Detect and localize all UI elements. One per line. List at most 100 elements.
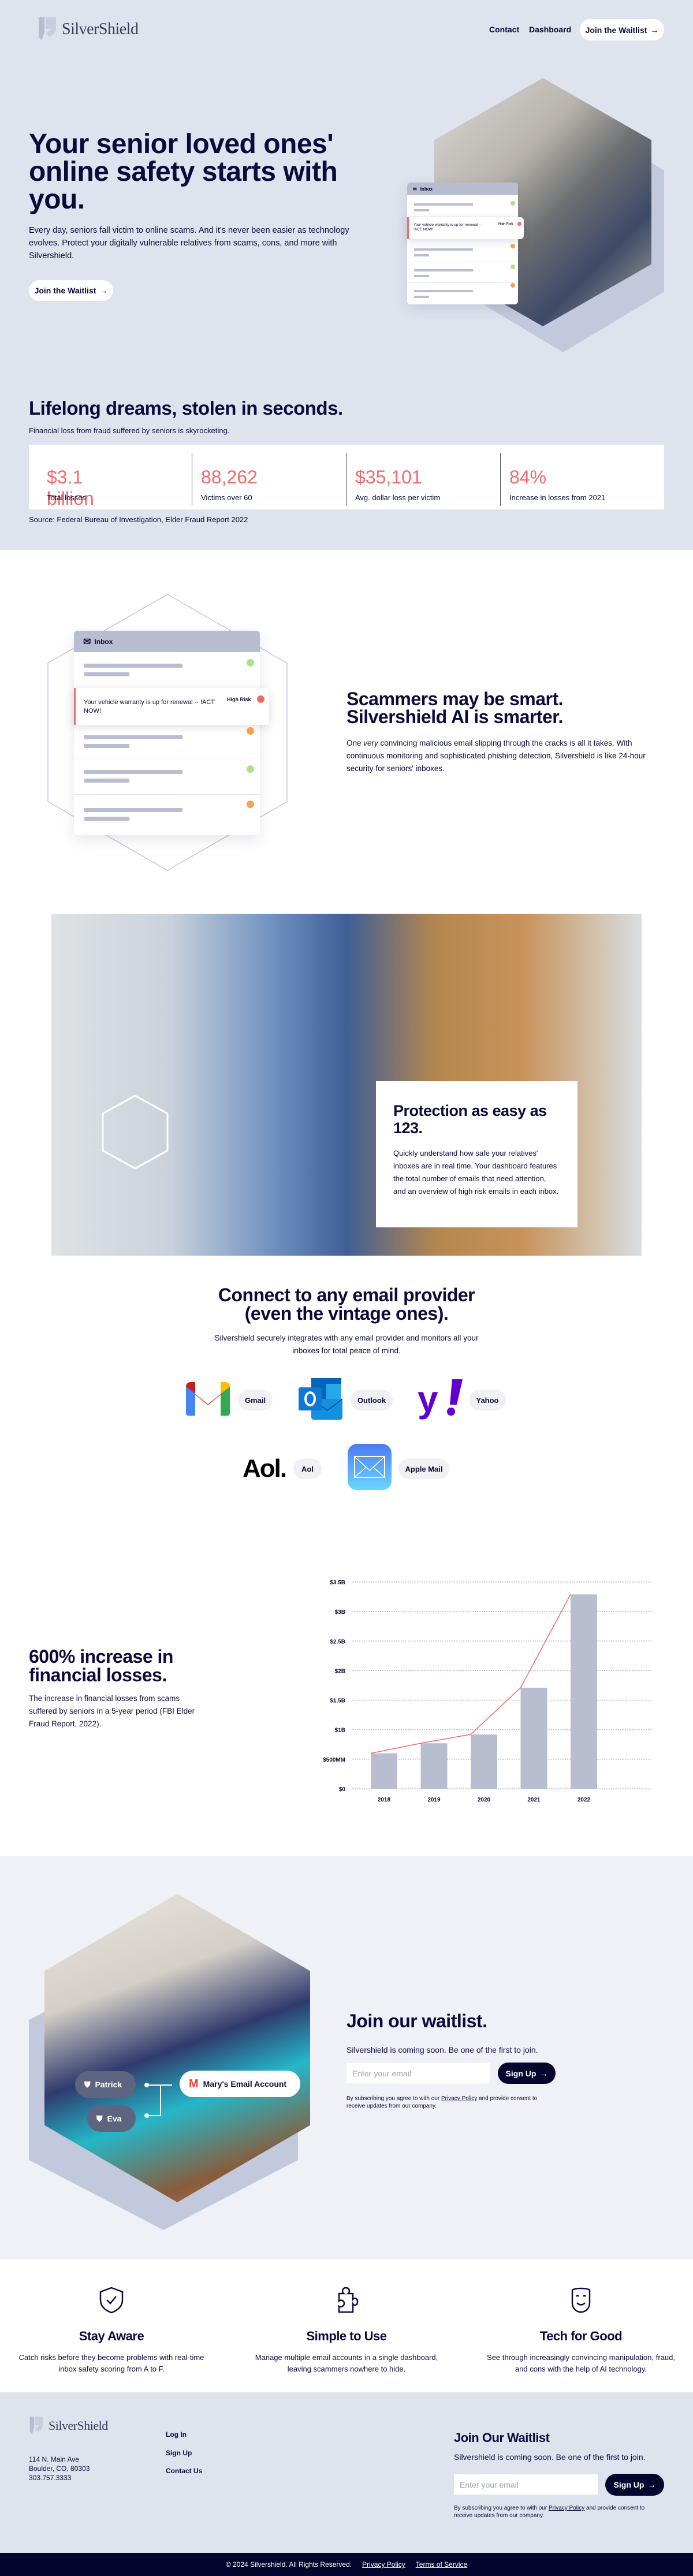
shield-check-icon [99,2287,124,2314]
privacy-policy-link[interactable]: Privacy Policy [441,2095,477,2102]
account-chip-eva[interactable]: ⛊ Eva [87,2105,136,2132]
losses-body: The increase in financial losses from sc… [29,1694,195,1728]
smile-face-icon [571,2287,591,2313]
envelope-icon: ✉ [413,186,417,192]
smart-risk-alert[interactable]: Your vehicle warranty is up for renewal … [74,688,269,725]
inbox-title: Inbox [94,637,113,646]
feature-stay-aware: Stay Aware Catch risks before they becom… [13,2287,210,2375]
account-chip-patrick[interactable]: ⛊ Patrick [75,2071,136,2098]
providers-body: Silvershield securely integrates with an… [214,1334,479,1355]
aol-logo-icon[interactable]: Aol. [243,1454,287,1483]
terms-of-service-link[interactable]: Terms of Service [416,2560,467,2568]
providers-title: Connect to any email provider (even the v… [218,1285,475,1324]
hero-body: Every day, seniors fall victim to online… [29,226,349,260]
features-section: Stay Aware Catch risks before they becom… [0,2259,693,2393]
logo-text: SilverShield [49,2418,108,2433]
hero-section: SilverShield Contact Dashboard Join the … [0,0,693,550]
stats-panel: $3.1 billion Total losses 88,262 Victims o… [29,445,664,509]
footer-sign-up[interactable]: Sign Up [166,2449,192,2457]
stats-subtitle: Financial loss from fraud suffered by se… [29,426,230,435]
x-tick-label: 2022 [578,1797,591,1803]
envelope-icon: ✉ [83,636,91,647]
y-tick-label: $1.5B [330,1698,345,1704]
hero-title: Your senior loved ones' online safety st… [29,129,338,215]
footer-contact-us[interactable]: Contact Us [166,2467,202,2475]
inbox-header: ✉ Inbox [407,183,518,195]
provider-outlook[interactable]: Outlook [351,1390,393,1410]
arrow-right-icon: → [647,2480,656,2489]
provider-apple-mail[interactable]: Apple Mail [398,1458,449,1479]
hero-inbox-card: ✉ Inbox Your vehicle warranty is up for r… [407,183,524,304]
nav-join-waitlist-button[interactable]: Join the Waitlist → [580,19,664,40]
easy-body: Quickly understand how safe your relativ… [393,1149,559,1196]
losses-title: 600% increase in financial losses. [29,1646,173,1685]
feature-simple-to-use: Simple to Use Manage multiple email acco… [248,2287,445,2375]
footer-sign-up-button[interactable]: Sign Up → [605,2474,664,2496]
privacy-policy-link[interactable]: Privacy Policy [362,2560,405,2568]
email-account-chip[interactable]: M Mary's Email Account [180,2071,300,2097]
bar-2019 [420,1743,448,1789]
bottom-bar: © 2024 Silvershield. All Rights Reserved… [0,2553,693,2576]
y-tick-label: $2B [335,1668,345,1674]
waitlist-sign-up-button[interactable]: Sign Up → [498,2063,556,2084]
footer-fine-print: By subscribing you agree to with our Pri… [454,2505,645,2519]
footer: SilverShield 114 N. Main Ave Boulder, CO,… [0,2392,693,2553]
losses-bar-chart: $0 $500MM $1B $1.5B $2B $2.5B $3B $3.5B 2018 2019… [323,1580,651,1803]
feature-tech-for-good: Tech for Good See through increasingly c… [483,2287,679,2375]
logo[interactable]: SilverShield [38,17,139,42]
x-tick-label: 2018 [378,1797,391,1803]
connector-lines [144,2083,172,2118]
smart-inbox-card: ✉ Inbox Your vehicle warranty is up for r… [74,631,269,835]
waitlist-body: Silvershield is coming soon. Be one of t… [346,2045,538,2054]
hero-join-waitlist-button[interactable]: Join the Waitlist → [29,280,113,301]
alert-subject: Your vehicle warranty is up for renewal … [84,699,215,714]
y-tick-label: $1B [335,1728,345,1734]
x-tick-label: 2020 [478,1797,491,1803]
stats-title: Lifelong dreams, stolen in seconds. [29,397,343,419]
button-label: Join the Waitlist [34,286,96,295]
smart-title: Scammers may be smart. Silvershield AI is… [346,688,564,727]
provider-yahoo[interactable]: Yahoo [469,1390,506,1410]
hero-risk-alert[interactable]: Your vehicle warranty is up for renewal … [407,217,524,239]
puzzle-icon [338,2287,359,2313]
footer-logo[interactable]: SilverShield [29,2417,108,2435]
easy-card: Protection as easy as 123. Quickly under… [376,1081,578,1227]
gmail-logo-icon[interactable] [186,1382,230,1416]
provider-aol[interactable]: Aol [293,1458,322,1479]
footer-waitlist-title: Join Our Waitlist [454,2430,550,2445]
logo-text: SilverShield [62,20,139,38]
footer-email-input[interactable] [454,2474,598,2495]
waitlist-section: ⛊ Patrick ⛊ Eva M Mary's Email Account Join… [0,1856,693,2259]
bar-2022 [571,1594,597,1789]
y-tick-label: $3B [335,1609,345,1615]
x-tick-label: 2021 [527,1797,541,1803]
y-tick-label: $3.5B [330,1580,345,1586]
nav-contact[interactable]: Contact [489,25,519,34]
stats-source: Source: Federal Bureau of Investigation,… [29,515,248,524]
easy-title: Protection as easy as 123. [393,1102,547,1137]
button-label: Join the Waitlist [585,25,647,35]
yahoo-logo-icon[interactable]: y [418,1379,464,1421]
provider-gmail[interactable]: Gmail [238,1390,273,1410]
inbox-header: ✉ Inbox [74,631,260,652]
apple-mail-logo-icon[interactable] [348,1444,392,1490]
waitlist-email-input[interactable] [346,2063,490,2083]
bar-2020 [471,1734,497,1789]
nav-dashboard[interactable]: Dashboard [529,25,571,34]
arrow-right-icon: → [99,286,108,295]
gmail-logo-icon: M [189,2077,199,2090]
y-tick-label: $0 [339,1786,346,1793]
waitlist-title: Join our waitlist. [346,2011,487,2031]
svg-text:y: y [418,1379,438,1420]
footer-waitlist-body: Silvershield is coming soon. Be one of t… [454,2452,646,2462]
arrow-right-icon: → [650,25,659,35]
risk-badge: High Risk [227,697,251,702]
shield-logo-icon: ⛊ [84,2079,91,2089]
bar-2021 [520,1688,547,1789]
providers-section: Connect to any email provider (even the v… [0,1271,693,1548]
footer-log-in[interactable]: Log In [166,2430,187,2439]
bar-2018 [371,1753,397,1789]
privacy-policy-link[interactable]: Privacy Policy [549,2505,584,2511]
outlook-logo-icon[interactable] [299,1378,342,1420]
shield-logo-icon: ⛊ [96,2113,103,2123]
